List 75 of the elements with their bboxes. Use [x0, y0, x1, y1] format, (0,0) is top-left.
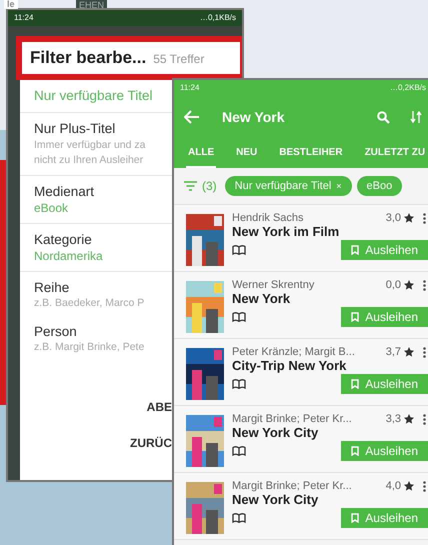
status-time: 11:24 [180, 83, 200, 93]
more-icon[interactable] [423, 414, 426, 424]
book-row[interactable]: Margit Brinke; Peter Kr... 3,3 New York City Ausleihen [174, 406, 428, 473]
book-row[interactable]: Margit Brinke; Peter Kr... 4,0 New York City Ausleihen [174, 473, 428, 540]
tab[interactable]: BESTLEIHER [277, 138, 345, 168]
screen-title: New York [222, 109, 286, 125]
rating: 3,0 [386, 212, 401, 224]
more-icon[interactable] [423, 212, 426, 224]
input-field[interactable]: z.B. Baedeker, Marco P [34, 297, 172, 309]
remove-icon[interactable]: × [336, 181, 342, 191]
book-title: New York im Film [232, 224, 340, 240]
bookmark-icon [351, 312, 360, 322]
book-row[interactable]: Werner Skrentny 0,0 New York Ausleihen [174, 272, 428, 339]
rating: 4,0 [386, 480, 401, 492]
book-author: Hendrik Sachs [232, 212, 305, 224]
book-icon [232, 513, 246, 523]
borrow-button[interactable]: Ausleihen [341, 374, 428, 394]
dialog-button[interactable]: ZURÜC [130, 434, 172, 452]
star-icon [404, 280, 414, 290]
filter-count: (3) [202, 179, 217, 193]
filter-option[interactable]: Nur verfügbare Titel [34, 87, 172, 105]
bookmark-icon [351, 446, 360, 456]
rating: 3,3 [386, 413, 401, 425]
book-icon [232, 379, 246, 389]
option-hint: Immer verfügbar und za [34, 138, 146, 153]
rating: 3,7 [386, 346, 401, 358]
bookmark-icon [351, 245, 360, 255]
bookmark-icon [351, 513, 360, 523]
filter-chip[interactable]: Nur verfügbare Titel × [224, 176, 352, 196]
status-time: 11:24 [14, 13, 34, 23]
bookmark-icon [351, 379, 360, 389]
option-value: eBook [34, 201, 70, 216]
book-row[interactable]: Hendrik Sachs 3,0 New York im Film Ausleihen [174, 205, 428, 272]
book-author: Peter Kränzle; Margit B... [232, 346, 356, 358]
star-icon [404, 481, 414, 491]
more-icon[interactable] [423, 346, 426, 358]
borrow-button[interactable]: Ausleihen [341, 441, 428, 461]
book-icon [232, 312, 246, 322]
result-count: 55 Treffer [153, 52, 204, 66]
field-label: Person [34, 323, 78, 341]
filter-option[interactable]: Medienart [34, 183, 172, 201]
field-label: Reihe [34, 279, 70, 297]
tab[interactable]: NEU [234, 138, 260, 168]
filter-option[interactable]: Kategorie [34, 231, 172, 249]
more-icon[interactable] [423, 280, 426, 290]
more-icon[interactable] [423, 480, 426, 492]
book-author: Margit Brinke; Peter Kr... [232, 480, 353, 492]
book-author: Werner Skrentny [232, 279, 316, 291]
filter-chip[interactable]: eBoo [356, 176, 402, 196]
borrow-button[interactable]: Ausleihen [341, 240, 428, 260]
filter-option[interactable]: Nur Plus-Titel [34, 120, 172, 138]
dialog-title: Filter bearbe... [30, 48, 146, 68]
logo-text: le [4, 0, 18, 9]
option-value: Nordamerika [34, 249, 104, 264]
book-title: New York City [232, 425, 320, 441]
status-speed: …0,1KB/s [200, 13, 236, 23]
book-title: New York City [232, 492, 320, 508]
star-icon [404, 347, 414, 357]
tab[interactable]: ALLE [186, 138, 216, 168]
book-row[interactable]: Peter Kränzle; Margit B... 3,7 City-Trip New York Ausleihen [174, 339, 428, 406]
status-speed: …0,2KB/s [390, 83, 426, 93]
book-icon [232, 245, 246, 255]
book-title: New York [232, 291, 292, 307]
star-icon [404, 213, 414, 223]
tab[interactable]: ZULETZT ZU [362, 138, 428, 168]
input-field[interactable]: z.B. Margit Brinke, Pete [34, 341, 172, 353]
dialog-button[interactable]: ABE [146, 398, 172, 416]
book-title: City-Trip New York [232, 358, 348, 374]
book-author: Margit Brinke; Peter Kr... [232, 413, 353, 425]
borrow-button[interactable]: Ausleihen [341, 307, 428, 327]
rating: 0,0 [386, 279, 401, 291]
book-icon [232, 446, 246, 456]
borrow-button[interactable]: Ausleihen [341, 508, 428, 528]
option-hint: nicht zu Ihren Ausleiher [34, 153, 144, 168]
star-icon [404, 414, 414, 424]
